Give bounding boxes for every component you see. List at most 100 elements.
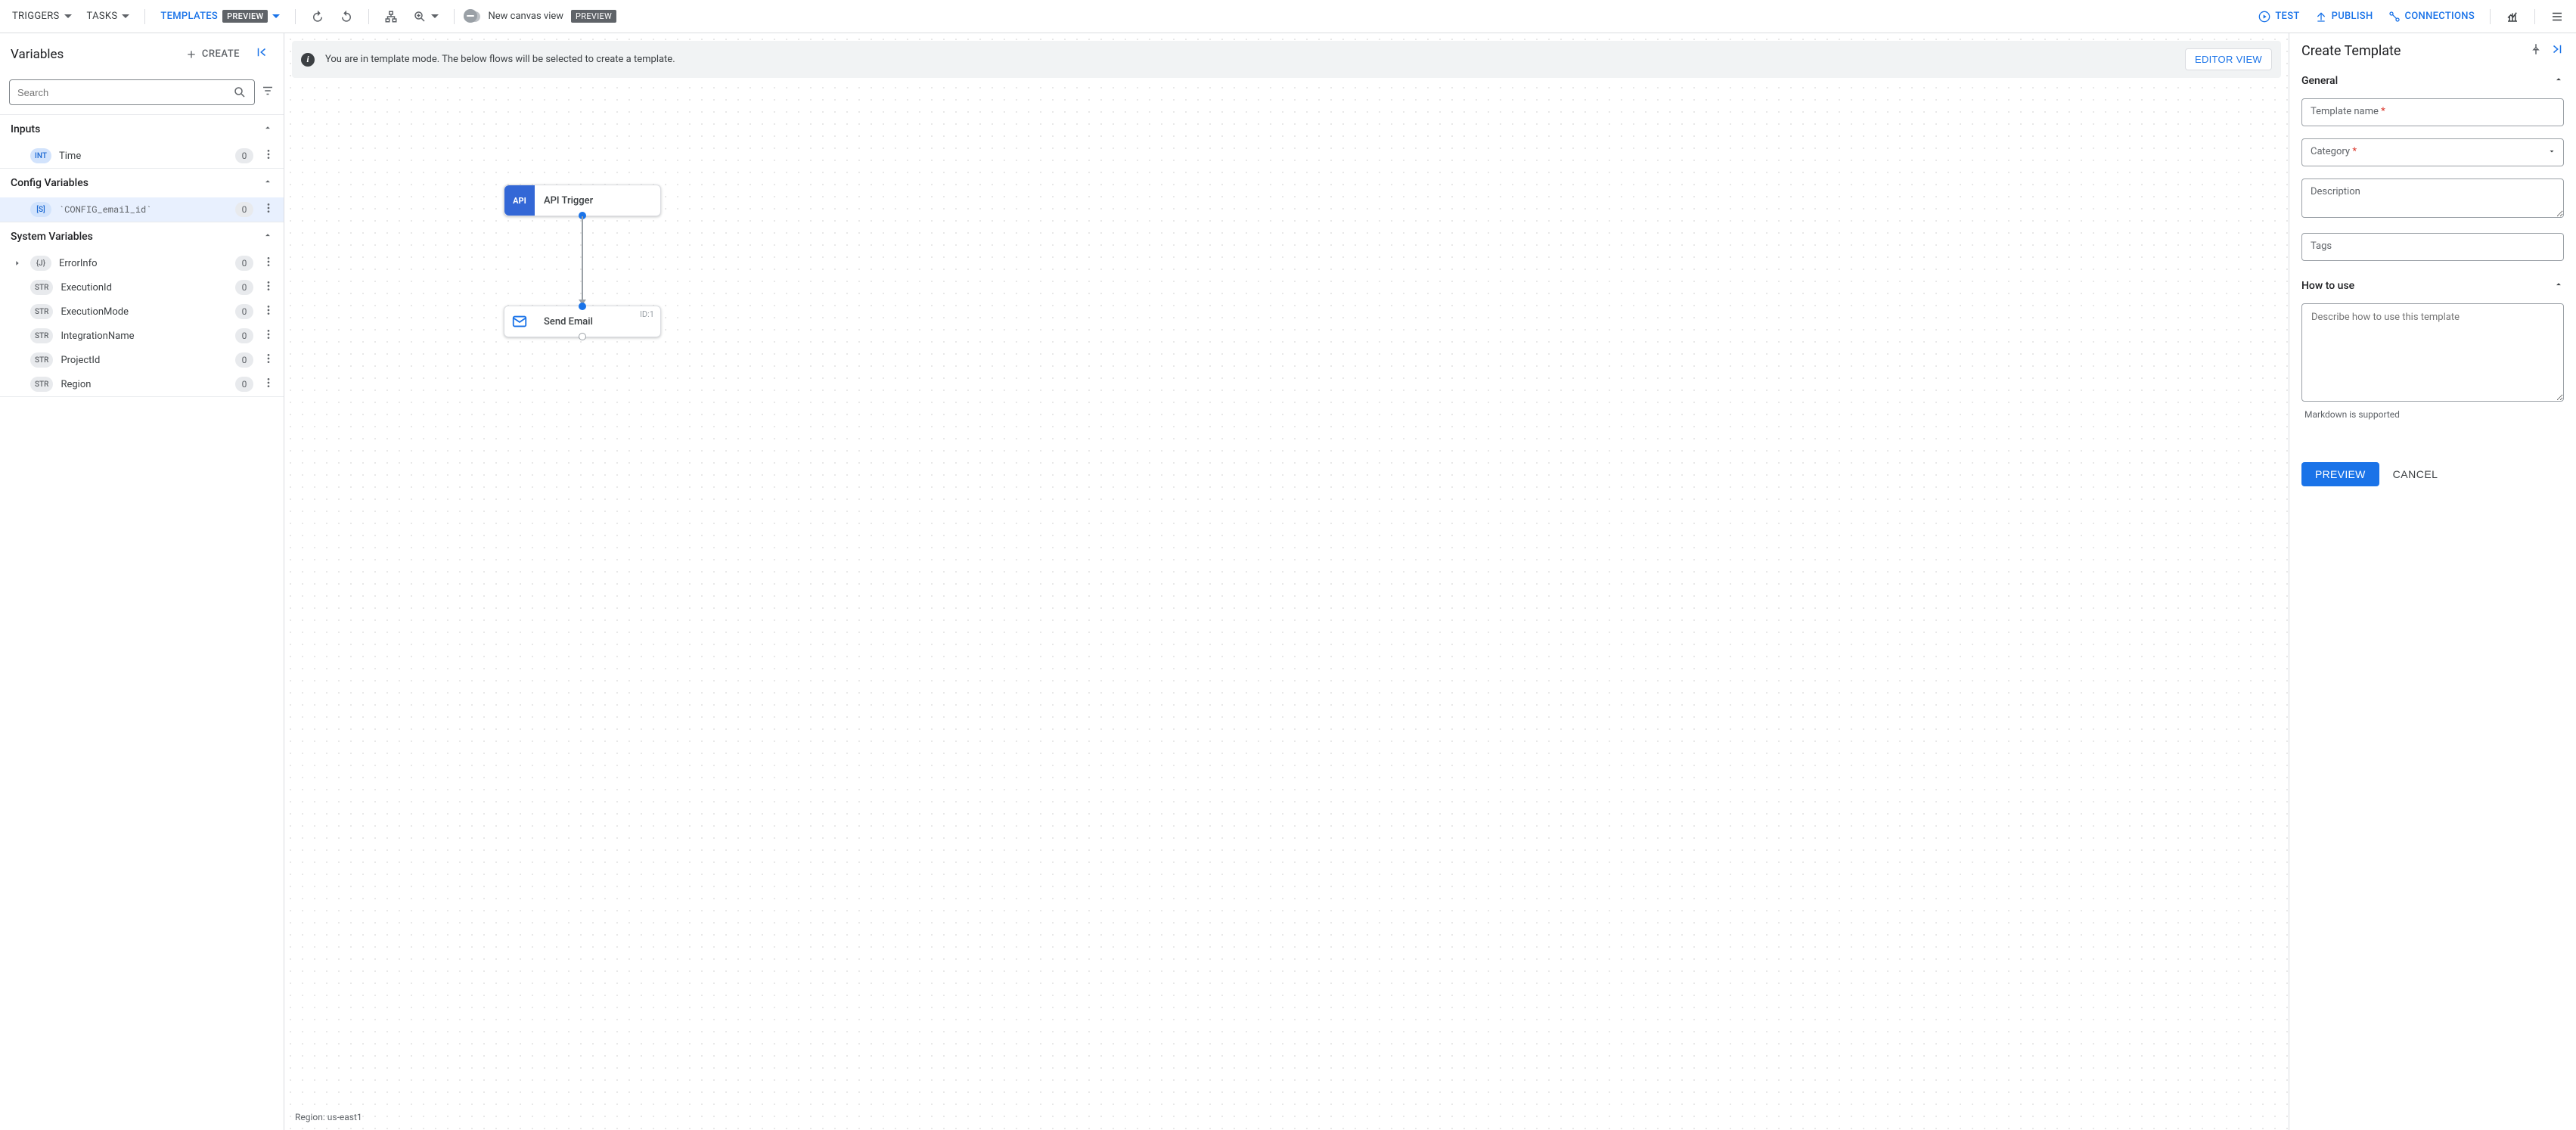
collapse-panel-button[interactable] [2550,42,2564,59]
layout-icon [384,10,398,23]
tasks-menu[interactable]: TASKS [81,6,136,26]
info-icon: i [301,53,315,67]
undo-button[interactable] [305,5,331,28]
row-menu-button[interactable] [261,375,276,393]
description-input[interactable] [2301,179,2564,218]
variable-row[interactable]: STRRegion0 [0,372,284,396]
collapse-right-icon [2550,42,2564,56]
row-menu-button[interactable] [261,147,276,165]
search-input[interactable] [17,87,233,98]
markdown-helper: Markdown is supported [2301,409,2564,420]
howto-textarea[interactable] [2301,303,2564,402]
flow-canvas[interactable]: i You are in template mode. The below fl… [284,33,2289,1130]
test-label: TEST [2275,11,2299,22]
expand-caret[interactable] [14,259,23,267]
template-name-input[interactable] [2301,98,2564,126]
node-label: API Trigger [535,188,660,214]
description-field: Description [2301,179,2564,221]
api-icon: API [504,185,535,216]
row-menu-button[interactable] [261,327,276,345]
row-menu-button[interactable] [261,254,276,272]
triggers-menu[interactable]: TRIGGERS [6,6,78,26]
variables-sidebar: Variables CREATE [0,33,284,1130]
node-api-trigger[interactable]: API API Trigger [504,185,661,216]
collapse-sidebar-button[interactable] [250,41,273,67]
chevron-up-icon [262,123,273,133]
category-select[interactable] [2301,138,2564,166]
output-port[interactable] [579,333,586,340]
variable-name: Time [59,151,228,162]
template-mode-banner: i You are in template mode. The below fl… [292,41,2281,78]
variable-row[interactable]: STRExecutionId0 [0,275,284,300]
connections-button[interactable]: CONNECTIONS [2382,6,2481,27]
variable-name: ErrorInfo [59,258,228,269]
dropdown-icon [431,14,439,19]
dropdown-icon [272,14,280,19]
usage-count: 0 [235,256,253,271]
toggle-switch[interactable] [464,11,480,22]
howto-heading: How to use [2301,280,2354,292]
publish-icon [2315,11,2327,23]
variable-row[interactable]: INT Time 0 [0,144,284,168]
editor-view-button[interactable]: EDITOR VIEW [2185,48,2272,70]
preview-button[interactable]: PREVIEW [2301,462,2379,486]
filter-icon [261,84,275,98]
system-section-header[interactable]: System Variables [0,222,284,251]
variable-row[interactable]: STRProjectId0 [0,348,284,372]
row-menu-button[interactable] [261,351,276,369]
templates-menu[interactable]: TEMPLATES PREVIEW [154,5,286,27]
triggers-label: TRIGGERS [12,11,60,22]
connections-label: CONNECTIONS [2405,11,2475,22]
templates-label: TEMPLATES [160,11,218,22]
tags-input[interactable] [2301,233,2564,261]
redo-icon [340,10,353,23]
filter-button[interactable] [261,84,275,101]
more-vert-icon [262,202,275,214]
test-button[interactable]: TEST [2252,6,2305,27]
variable-row[interactable]: [S] `CONFIG_email_id` 0 [0,197,284,222]
undo-icon [311,10,324,23]
layout-button[interactable] [378,5,404,28]
variable-name: `CONFIG_email_id` [59,203,228,216]
chart-icon [2506,10,2519,23]
sidebar-title: Variables [11,47,64,62]
system-heading: System Variables [11,231,93,243]
inputs-heading: Inputs [11,123,40,135]
variable-name: ProjectId [61,355,228,366]
inputs-section-header[interactable]: Inputs [0,115,284,144]
type-badge: STR [30,377,53,392]
more-vert-icon [262,148,275,160]
canvas-view-toggle[interactable]: New canvas view PREVIEW [464,10,616,23]
type-badge: STR [30,280,53,295]
general-section-header[interactable]: General [2289,68,2576,94]
dropdown-icon [122,14,129,19]
input-port[interactable] [579,303,586,310]
zoom-menu[interactable] [407,5,445,28]
email-icon [504,306,535,337]
variable-row[interactable]: STRExecutionMode0 [0,300,284,324]
more-button[interactable] [2544,5,2570,28]
play-icon [2258,11,2270,23]
redo-button[interactable] [334,5,359,28]
node-send-email[interactable]: Send Email ID:1 [504,306,661,337]
variable-row[interactable]: {J} ErrorInfo 0 [0,251,284,275]
usage-count: 0 [235,148,253,163]
chevron-up-icon [2553,74,2564,85]
flow-edge [582,216,583,304]
publish-button[interactable]: PUBLISH [2309,6,2379,27]
howto-section-header[interactable]: How to use [2289,273,2576,299]
type-badge: {J} [30,256,51,271]
row-menu-button[interactable] [261,200,276,219]
create-variable-button[interactable]: CREATE [178,44,247,65]
row-menu-button[interactable] [261,278,276,296]
config-section-header[interactable]: Config Variables [0,169,284,197]
pin-button[interactable] [2529,42,2543,59]
type-badge: STR [30,328,53,343]
variable-row[interactable]: STRIntegrationName0 [0,324,284,348]
cancel-button[interactable]: CANCEL [2393,468,2438,480]
variable-name: ExecutionMode [61,306,228,318]
usage-count: 0 [235,304,253,319]
analytics-button[interactable] [2500,5,2525,28]
preview-badge: PREVIEW [571,10,616,23]
row-menu-button[interactable] [261,303,276,321]
